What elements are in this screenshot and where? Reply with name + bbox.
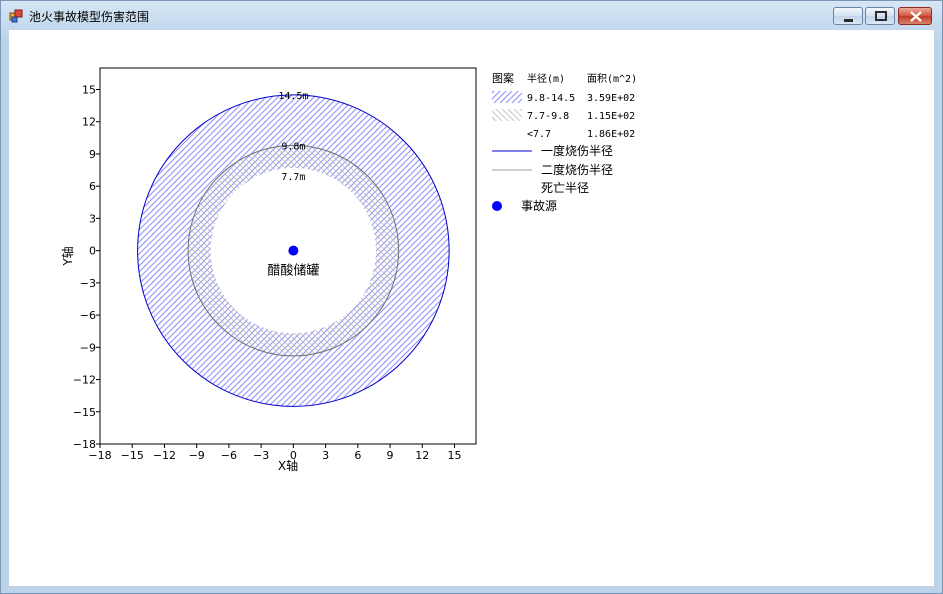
- minimize-icon: [844, 19, 853, 22]
- y-tick-label: −18: [73, 438, 96, 451]
- window-title: 池火事故模型伤害范围: [29, 10, 150, 24]
- y-tick-label: 6: [89, 180, 96, 193]
- y-tick-label: 15: [82, 83, 96, 96]
- legend-line-first-label: 一度烧伤半径: [541, 143, 613, 158]
- legend: 图案 半径(m) 面积(m^2) 9.8-14.5 3.59E+02 7.7-9…: [492, 71, 637, 213]
- legend-source-label: 事故源: [521, 198, 557, 213]
- minimize-button[interactable]: [833, 7, 863, 25]
- y-tick-label: 0: [89, 245, 96, 258]
- y-tick-label: −9: [80, 341, 96, 354]
- title-bar[interactable]: 池火事故模型伤害范围: [1, 1, 942, 29]
- chart-canvas: 14.5m 9.8m 7.7m 醋酸储罐 −18 −15 −12 −9 −6 −3 0 3 6 9…: [60, 67, 637, 473]
- legend-swatch-second-degree: [492, 109, 522, 121]
- radius-label-first: 14.5m: [278, 91, 308, 102]
- y-tick-label: 12: [82, 116, 96, 129]
- x-tick-label: −9: [189, 449, 205, 462]
- legend-line-death-label: 死亡半径: [541, 181, 589, 195]
- x-tick-label: 3: [322, 449, 329, 462]
- legend-zone-second-range: 7.7-9.8: [527, 111, 569, 122]
- legend-zone-first-area: 3.59E+02: [587, 93, 635, 104]
- legend-swatch-death: [492, 127, 522, 139]
- y-tick-label: −15: [73, 406, 96, 419]
- legend-source-marker: [492, 201, 502, 211]
- legend-zone-second-area: 1.15E+02: [587, 111, 635, 122]
- y-tick-label: −3: [80, 277, 96, 290]
- legend-swatch-first-degree: [492, 91, 522, 103]
- accident-source-point: [288, 245, 299, 256]
- x-tick-label: −6: [221, 449, 237, 462]
- x-tick-label: 15: [448, 449, 462, 462]
- x-axis-label: X轴: [278, 458, 298, 473]
- legend-zone-first-range: 9.8-14.5: [527, 93, 575, 104]
- legend-header-area: 面积(m^2): [587, 73, 637, 85]
- y-axis-ticks: −18 −15 −12 −9 −6 −3 0 3 6 9 12 15: [73, 83, 100, 451]
- app-window-icon: [9, 9, 23, 23]
- x-tick-label: −15: [121, 449, 144, 462]
- legend-zone-death-area: 1.86E+02: [587, 129, 635, 140]
- x-axis-ticks: −18 −15 −12 −9 −6 −3 0 3 6 9 12 15: [88, 444, 462, 462]
- y-tick-label: 9: [89, 148, 96, 161]
- close-icon: [910, 11, 922, 22]
- close-button[interactable]: [898, 7, 932, 25]
- chart-panel: 14.5m 9.8m 7.7m 醋酸储罐 −18 −15 −12 −9 −6 −3 0 3 6 9…: [9, 30, 934, 586]
- source-point-label: 醋酸储罐: [267, 263, 319, 279]
- legend-zone-death-range: <7.7: [527, 129, 551, 140]
- legend-header-radius: 半径(m): [527, 72, 565, 85]
- x-tick-label: −12: [153, 449, 176, 462]
- y-tick-label: −12: [73, 374, 96, 387]
- legend-header-pattern: 图案: [492, 71, 514, 85]
- legend-line-second-label: 二度烧伤半径: [541, 162, 613, 177]
- maximize-icon: [875, 11, 887, 21]
- y-axis-label: Y轴: [60, 246, 75, 266]
- radius-label-second: 9.8m: [281, 141, 305, 152]
- radius-label-death: 7.7m: [281, 172, 305, 183]
- x-tick-label: 12: [415, 449, 429, 462]
- y-tick-label: −6: [80, 309, 96, 322]
- x-tick-label: 6: [354, 449, 361, 462]
- x-tick-label: −3: [253, 449, 269, 462]
- y-tick-label: 3: [89, 212, 96, 225]
- x-tick-label: 9: [387, 449, 394, 462]
- maximize-button[interactable]: [865, 7, 895, 25]
- app-window: 池火事故模型伤害范围 14.5m 9.8m 7.7m 醋酸储罐 −18 −15 …: [0, 0, 943, 594]
